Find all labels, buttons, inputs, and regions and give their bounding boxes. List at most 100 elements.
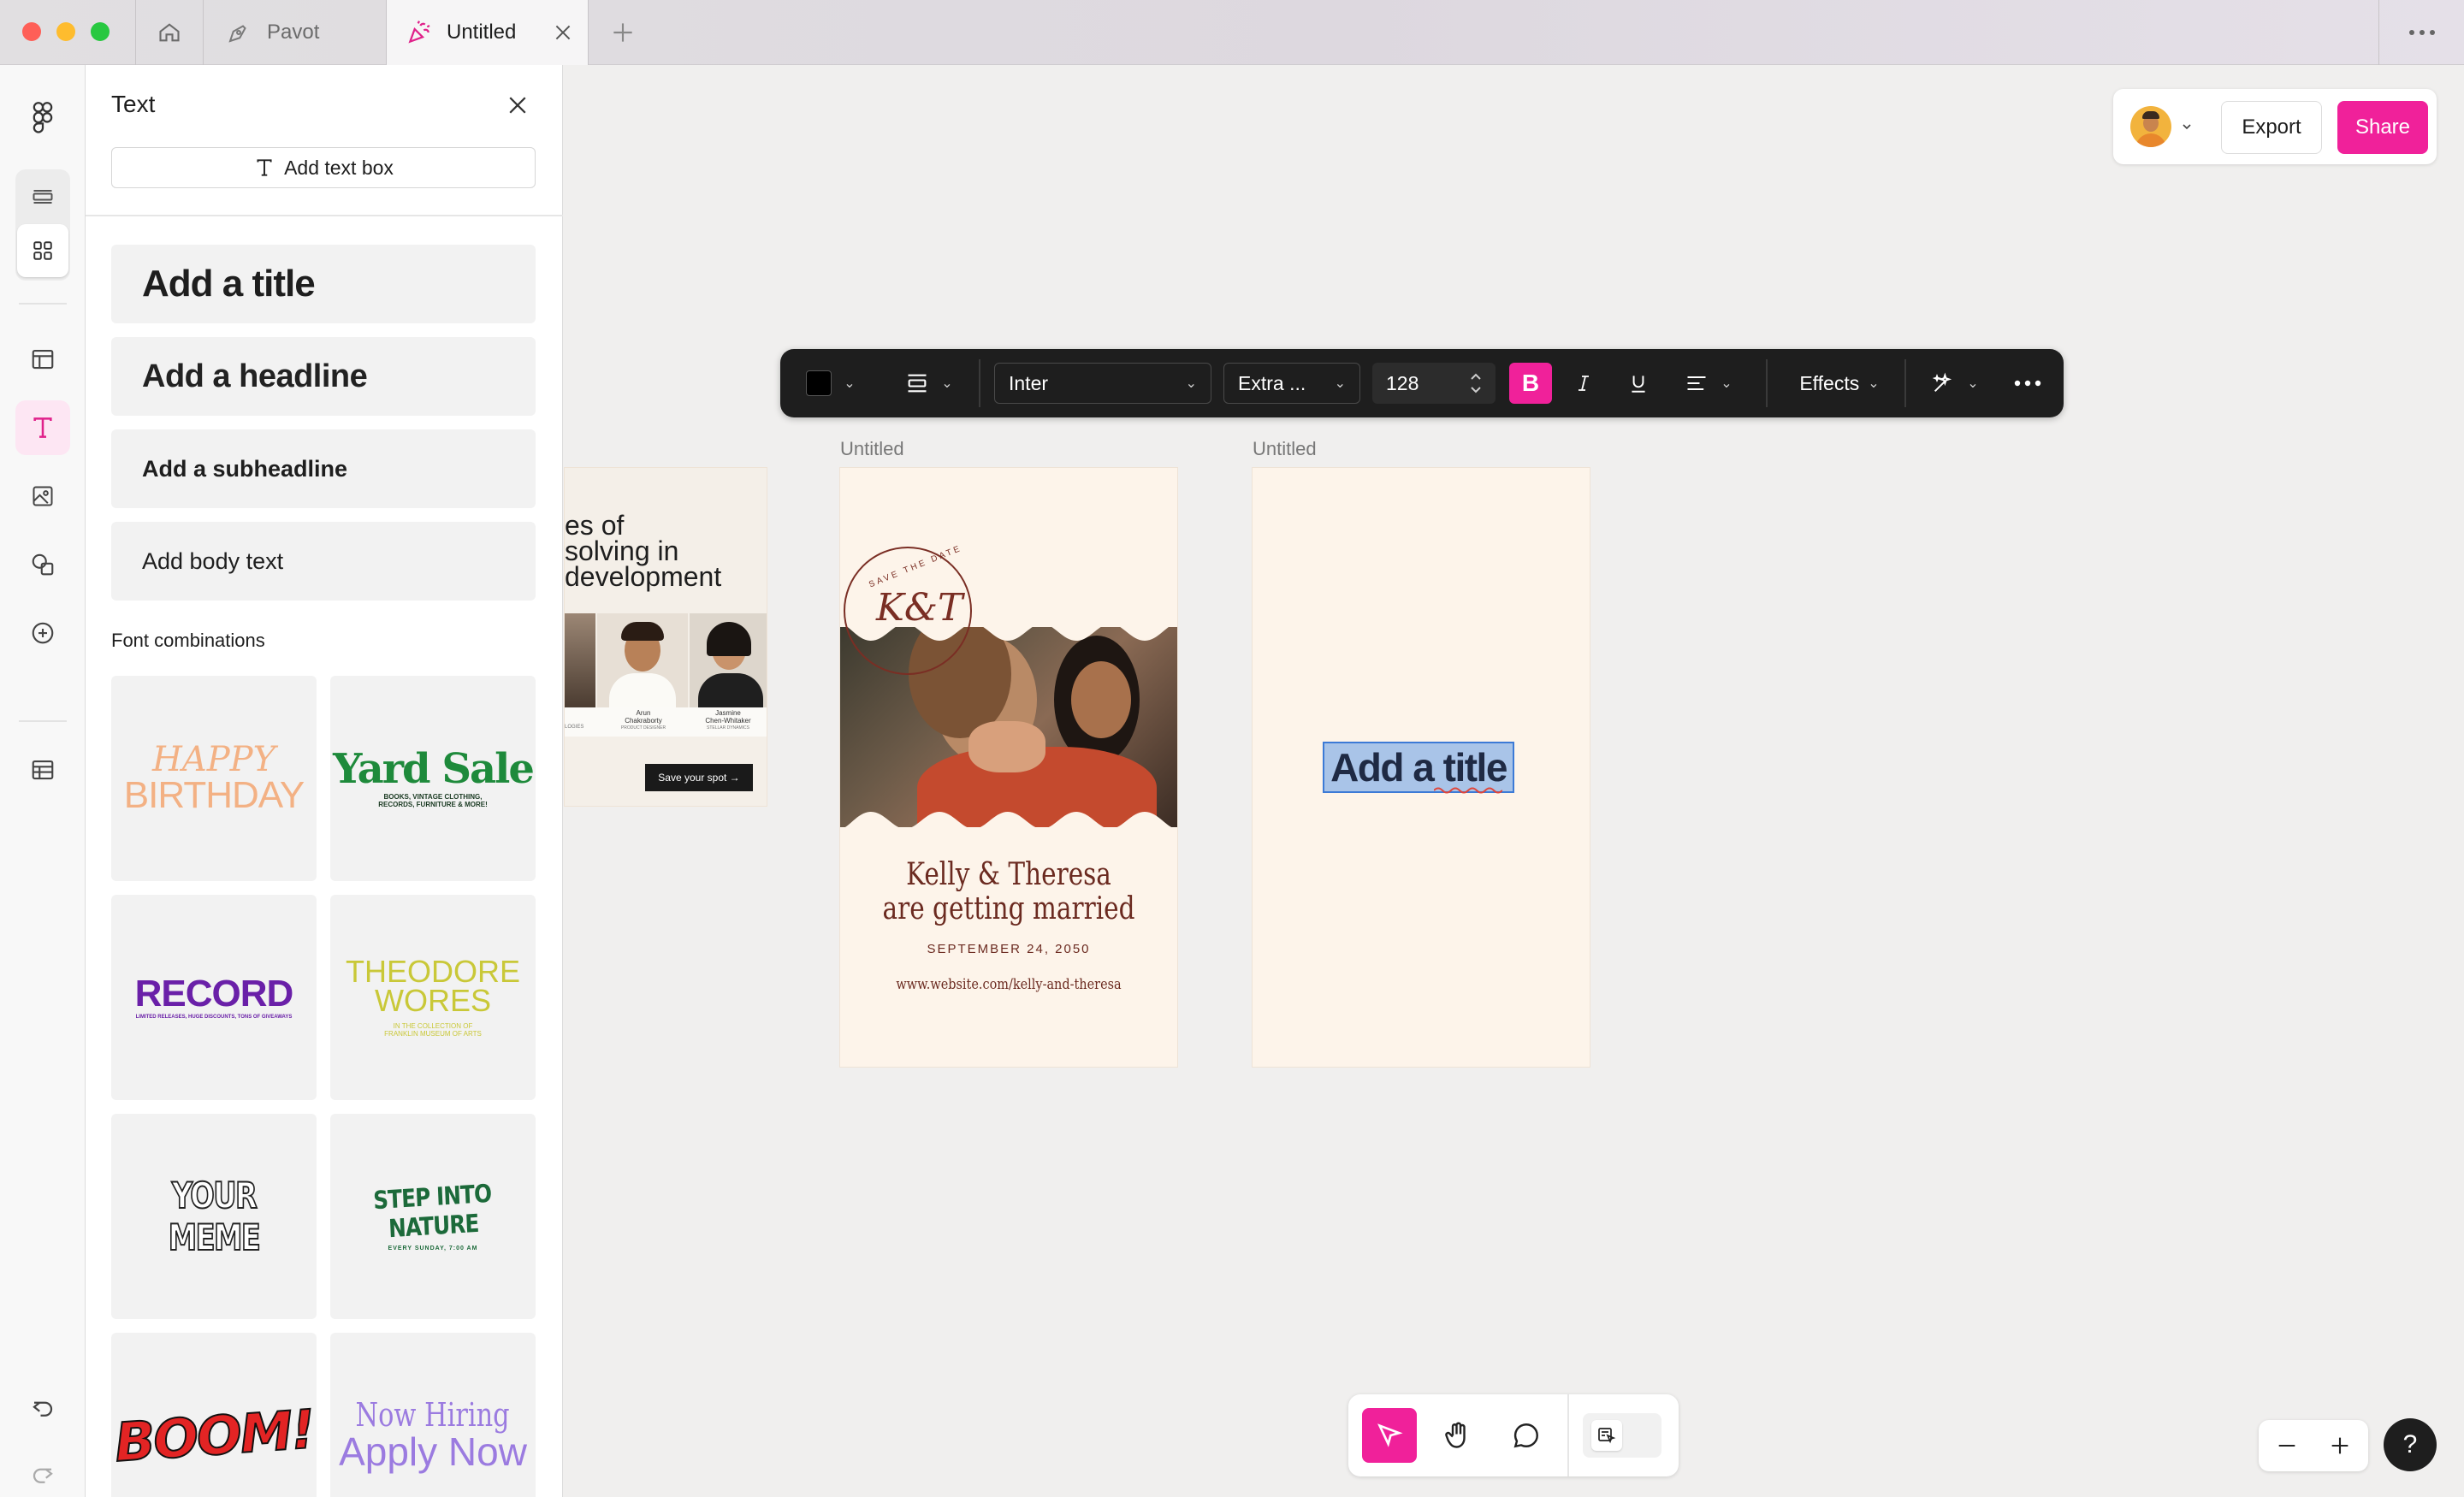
text-panel: Text Add text box Add a title Add a head… bbox=[86, 65, 563, 1497]
stepper-arrows-icon[interactable] bbox=[1470, 370, 1482, 396]
combo-step-into-nature[interactable]: STEP INTO NATURE EVERY SUNDAY, 7:00 AM bbox=[330, 1114, 536, 1319]
selected-text[interactable]: Add a title bbox=[1330, 744, 1507, 790]
add-title-preset[interactable]: Add a title bbox=[111, 245, 536, 323]
names-line: Kelly & Theresa bbox=[906, 857, 1111, 892]
combo-text: EVERY SUNDAY, 7:00 AM bbox=[388, 1245, 478, 1251]
effects-label: Effects bbox=[1799, 371, 1860, 394]
maximize-window-button[interactable] bbox=[91, 22, 110, 41]
card-label[interactable]: Untitled bbox=[840, 438, 904, 460]
confetti-icon bbox=[408, 21, 430, 44]
tab-pavot[interactable]: Pavot bbox=[204, 0, 387, 65]
underline-button[interactable] bbox=[1617, 363, 1660, 404]
zoom-in-button[interactable] bbox=[2320, 1429, 2360, 1463]
shapes-button[interactable] bbox=[15, 537, 70, 592]
italic-button[interactable] bbox=[1562, 363, 1605, 404]
home-tab[interactable] bbox=[135, 0, 204, 65]
heading-line: development bbox=[565, 561, 722, 592]
effects-button[interactable]: Effects ⌄ bbox=[1781, 363, 1898, 404]
cursor-icon bbox=[1377, 1423, 1403, 1447]
font-family-value: Inter bbox=[1009, 371, 1049, 394]
text-color-picker[interactable]: ⌄ bbox=[797, 366, 864, 400]
table-button[interactable] bbox=[15, 743, 70, 797]
font-family-select[interactable]: Inter ⌄ bbox=[994, 363, 1211, 404]
left-rail bbox=[0, 65, 86, 1497]
add-body-text-preset[interactable]: Add body text bbox=[111, 522, 536, 601]
tab-untitled[interactable]: Untitled bbox=[387, 0, 589, 65]
export-button[interactable]: Export bbox=[2221, 101, 2322, 154]
vertical-align-button[interactable]: ⌄ bbox=[895, 366, 963, 400]
combo-yard-sale[interactable]: Yard Sale BOOKS, VINTAGE CLOTHING, RECOR… bbox=[330, 676, 536, 881]
underline-icon bbox=[1632, 376, 1645, 393]
combo-your-meme[interactable]: YOUR MEME bbox=[111, 1114, 317, 1319]
add-text-box-label: Add text box bbox=[284, 156, 394, 179]
chevron-down-icon: ⌄ bbox=[1185, 376, 1197, 391]
comment-icon bbox=[1513, 1423, 1538, 1448]
add-text-box-button[interactable]: Add text box bbox=[111, 147, 536, 188]
combo-theodore-wores[interactable]: THEODORE WORES IN THE COLLECTION OF FRAN… bbox=[330, 895, 536, 1100]
combo-now-hiring[interactable]: Now Hiring Apply Now bbox=[330, 1333, 536, 1497]
dev-mode-toggle[interactable] bbox=[1583, 1413, 1661, 1458]
hand-tool-button[interactable] bbox=[1430, 1408, 1485, 1463]
monogram: K&T bbox=[876, 586, 963, 630]
layers-icon bbox=[33, 190, 53, 204]
chevron-down-icon: ⌄ bbox=[941, 376, 953, 391]
plugins-button[interactable] bbox=[15, 606, 70, 660]
chevron-down-icon[interactable] bbox=[2180, 120, 2194, 133]
zoom-out-button[interactable] bbox=[2267, 1429, 2307, 1463]
table-icon bbox=[32, 760, 54, 780]
design-card-wedding[interactable]: SAVE THE DATE K&T Kelly & Theresa are ge… bbox=[840, 468, 1177, 1067]
speaker-photo bbox=[690, 613, 767, 707]
names-line: are getting married bbox=[882, 891, 1135, 926]
combo-happy-birthday[interactable]: HAPPY BIRTHDAY bbox=[111, 676, 317, 881]
share-button[interactable]: Share bbox=[2337, 101, 2428, 154]
new-tab-button[interactable] bbox=[609, 19, 637, 46]
more-menu-button[interactable] bbox=[2378, 0, 2464, 65]
combo-boom[interactable]: BOOM! bbox=[111, 1333, 317, 1497]
avatar[interactable] bbox=[2130, 106, 2171, 147]
undo-button[interactable] bbox=[15, 1381, 70, 1435]
close-window-button[interactable] bbox=[22, 22, 41, 41]
speaker-photo bbox=[597, 613, 688, 707]
text-align-button[interactable]: ⌄ bbox=[1670, 363, 1747, 404]
bold-button[interactable]: B bbox=[1509, 363, 1552, 404]
more-icon bbox=[2408, 30, 2435, 35]
assets-view-button[interactable] bbox=[17, 224, 68, 277]
add-headline-preset[interactable]: Add a headline bbox=[111, 337, 536, 416]
text-tool-button[interactable] bbox=[15, 400, 70, 455]
font-size-stepper[interactable]: 128 bbox=[1372, 363, 1496, 404]
move-tool-button[interactable] bbox=[1362, 1408, 1417, 1463]
layers-view-button[interactable] bbox=[15, 169, 70, 224]
image-icon bbox=[33, 486, 53, 506]
figma-logo-button[interactable] bbox=[15, 91, 70, 145]
templates-button[interactable] bbox=[15, 332, 70, 387]
combo-record[interactable]: RECORD LIMITED RELEASES, HUGE DISCOUNTS,… bbox=[111, 895, 317, 1100]
redo-button[interactable] bbox=[15, 1447, 70, 1497]
heading-line: es of bbox=[565, 510, 625, 541]
help-button[interactable]: ? bbox=[2384, 1418, 2437, 1471]
speaker-name: Arun bbox=[636, 709, 651, 717]
combo-text: THEODORE bbox=[345, 953, 520, 989]
window-titlebar: Pavot Untitled bbox=[0, 0, 2464, 65]
undo-icon bbox=[33, 1401, 53, 1417]
wedding-date: SEPTEMBER 24, 2050 bbox=[927, 942, 1091, 956]
toolbar-more-button[interactable] bbox=[2004, 363, 2052, 404]
close-tab-icon[interactable] bbox=[552, 21, 574, 44]
partial-heading: es of solving in development bbox=[565, 510, 722, 592]
card-label[interactable]: Untitled bbox=[1253, 438, 1317, 460]
combo-text: IN THE COLLECTION OF bbox=[393, 1022, 473, 1031]
font-weight-select[interactable]: Extra ... ⌄ bbox=[1223, 363, 1360, 404]
selected-text-box[interactable]: Add a title bbox=[1323, 742, 1514, 793]
save-spot-cta[interactable]: Save your spot → bbox=[645, 764, 753, 791]
design-card-blank[interactable]: Add a title bbox=[1253, 468, 1590, 1067]
design-card-partial[interactable]: es of solving in development LOGIES Arun… bbox=[565, 468, 767, 806]
help-icon: ? bbox=[2402, 1430, 2418, 1459]
home-icon bbox=[159, 23, 180, 42]
add-subheadline-preset[interactable]: Add a subheadline bbox=[111, 429, 536, 508]
combo-text: Now Hiring bbox=[355, 1395, 511, 1434]
font-size-value: 128 bbox=[1386, 371, 1419, 394]
minimize-window-button[interactable] bbox=[56, 22, 75, 41]
close-panel-button[interactable] bbox=[505, 92, 530, 118]
images-button[interactable] bbox=[15, 469, 70, 524]
ai-tools-button[interactable]: ⌄ bbox=[1918, 363, 1992, 404]
comment-tool-button[interactable] bbox=[1499, 1408, 1554, 1463]
